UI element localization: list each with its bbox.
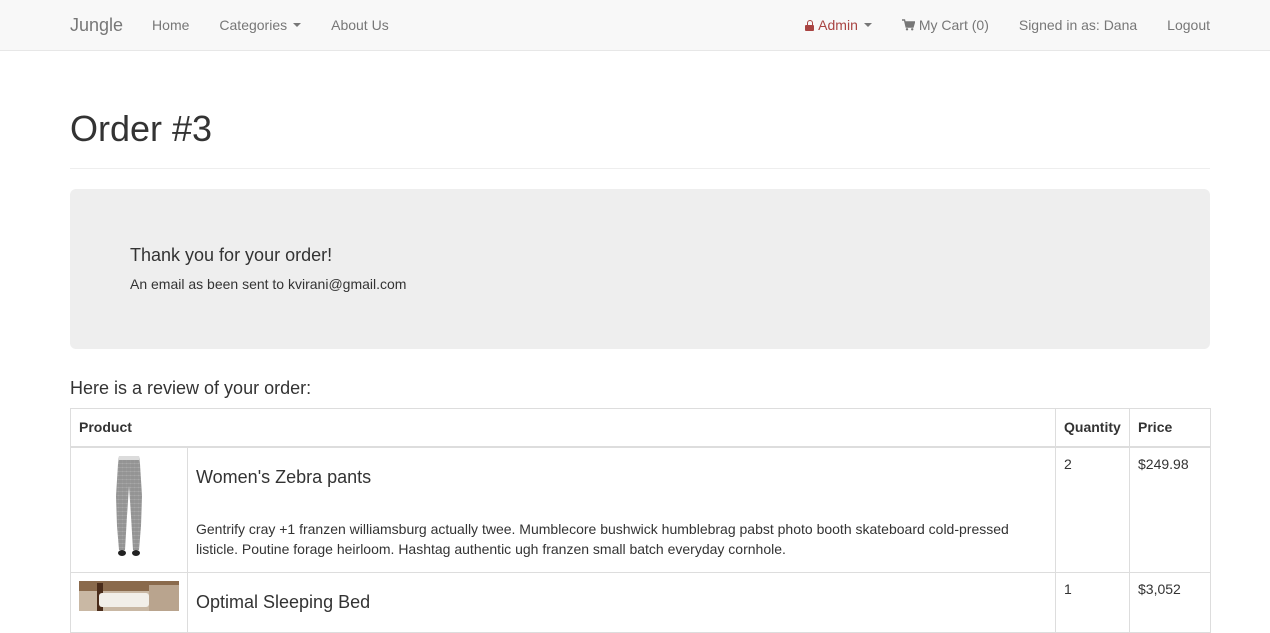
product-image-cell (70, 572, 188, 633)
product-description: Gentrify cray +1 franzen williamsburg ac… (196, 520, 1009, 557)
nav-admin-dropdown[interactable]: Admin (805, 17, 872, 33)
nav-cart-link[interactable]: My Cart (0) (901, 17, 989, 33)
nav-categories-dropdown[interactable]: Categories (219, 17, 302, 33)
admin-label: Admin (818, 17, 858, 33)
brand-link[interactable]: Jungle (70, 15, 123, 36)
product-info-cell: Optimal Sleeping Bed (186, 572, 1057, 633)
order-confirmation-panel: Thank you for your order! An email as be… (70, 189, 1210, 349)
page-title: Order #3 (70, 108, 213, 149)
order-items-table: Product Quantity Price Women's Zebra pan… (69, 408, 1212, 633)
confirmation-message: An email as been sent to kvirani@gmail.c… (130, 276, 407, 292)
table-header-row: Product Quantity Price (69, 408, 1212, 448)
nav-home-link[interactable]: Home (152, 17, 189, 33)
product-price: $249.98 (1129, 446, 1212, 573)
top-navbar: Jungle Home Categories About Us Admin My… (0, 0, 1270, 51)
product-info-cell: Women's Zebra pants Gentrify cray +1 fra… (186, 446, 1057, 573)
product-quantity: 1 (1055, 572, 1131, 633)
categories-label: Categories (219, 17, 288, 33)
table-row: Women's Zebra pants Gentrify cray +1 fra… (70, 446, 1212, 573)
page-header: Order #3 (70, 51, 1210, 169)
product-price: $3,052 (1129, 572, 1212, 633)
column-header-product: Product (69, 408, 1057, 448)
review-heading: Here is a review of your order: (70, 378, 312, 398)
logout-link[interactable]: Logout (1167, 17, 1210, 33)
product-image-cell (70, 446, 188, 573)
signed-in-status: Signed in as: Dana (1018, 17, 1138, 33)
chevron-down-icon (293, 23, 302, 27)
product-image-bed (79, 581, 179, 611)
nav-about-link[interactable]: About Us (331, 17, 389, 33)
column-header-quantity: Quantity (1055, 408, 1131, 448)
product-name: Women's Zebra pants (196, 466, 372, 487)
cart-label: My Cart (0) (918, 17, 989, 33)
cart-icon (901, 19, 915, 31)
product-quantity: 2 (1055, 446, 1131, 573)
product-image-pants (116, 455, 142, 556)
column-header-price: Price (1129, 408, 1212, 448)
product-name: Optimal Sleeping Bed (196, 592, 371, 612)
chevron-down-icon (863, 23, 872, 27)
confirmation-title: Thank you for your order! (130, 245, 333, 265)
lock-icon (805, 19, 815, 31)
table-row: Optimal Sleeping Bed 1 $3,052 (70, 572, 1212, 633)
